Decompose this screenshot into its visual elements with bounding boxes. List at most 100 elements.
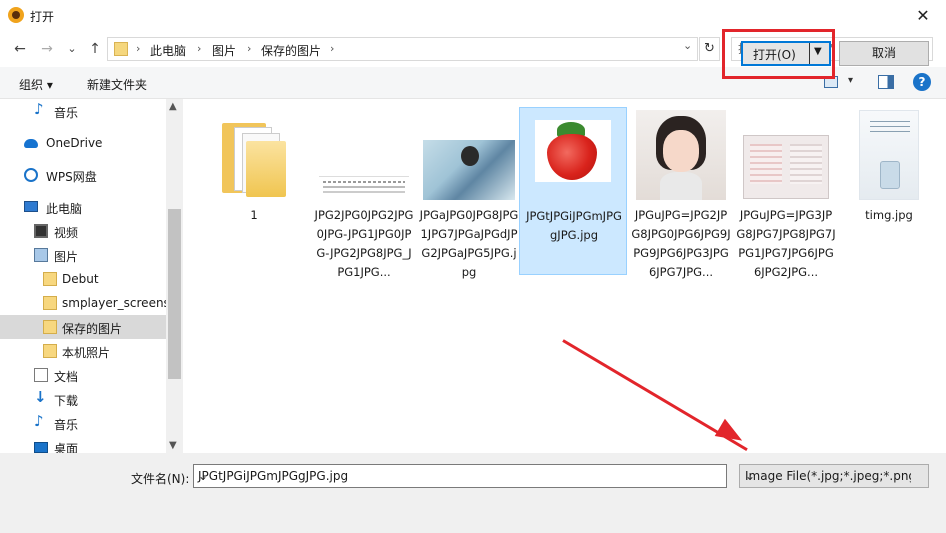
- sidebar-item-label: 本机照片: [62, 346, 111, 360]
- file-name: JPGuJPG=JPG2JPG8JPG0JPG6JPG9JPG9JPG6JPG3…: [631, 208, 731, 279]
- file-item[interactable]: JPGuJPG=JPG3JPG8JPG7JPG8JPG7JPG1JPG7JPG6…: [732, 107, 840, 279]
- file-item[interactable]: JPGuJPG=JPG2JPG8JPG0JPG6JPG9JPG9JPG6JPG3…: [627, 107, 735, 279]
- sidebar-item-onedrive[interactable]: OneDrive: [0, 131, 166, 155]
- scroll-up-icon[interactable]: ▲: [169, 101, 177, 112]
- app-icon: [8, 7, 24, 23]
- folder-icon: [43, 320, 57, 334]
- sidebar-item-label: 视频: [54, 226, 79, 240]
- sidebar-item-videos[interactable]: 视频: [0, 219, 166, 243]
- sidebar-item-label: 保存的图片: [62, 322, 123, 336]
- dialog-footer: 文件名(N): JPGtJPGiJPGmJPGgJPG.jpg ⌄ Image …: [0, 453, 946, 533]
- refresh-button[interactable]: ↻: [699, 37, 720, 61]
- navigation-pane: ♪ 音乐 OneDrive WPS网盘 此电脑 视频 图片 Debut smpl…: [0, 99, 183, 453]
- folder-icon: [222, 119, 286, 197]
- file-item[interactable]: timg.jpg: [835, 107, 943, 275]
- file-item[interactable]: JPGaJPG0JPG8JPG1JPG7JPGaJPGdJPG2JPGaJPG5…: [415, 107, 523, 279]
- cancel-button[interactable]: 取消: [839, 41, 929, 66]
- help-icon[interactable]: ?: [913, 73, 931, 91]
- document-thumbnail: [319, 176, 409, 200]
- sidebar-item-downloads[interactable]: ↓ 下载: [0, 387, 166, 411]
- sidebar-item-pictures[interactable]: 图片: [0, 243, 166, 267]
- filetype-select[interactable]: Image File(*.jpg;*.jpeg;*.png; ⌄: [739, 464, 929, 488]
- split-divider: [809, 43, 810, 64]
- sidebar-item-label: 图片: [54, 250, 79, 264]
- sidebar-item-debut[interactable]: Debut: [0, 267, 166, 291]
- open-dropdown-icon[interactable]: ▼: [814, 46, 822, 57]
- filename-field[interactable]: JPGtJPGiJPGmJPGgJPG.jpg ⌄: [193, 464, 727, 488]
- forward-button[interactable]: →: [37, 39, 57, 59]
- breadcrumb-pictures[interactable]: 图片: [212, 42, 236, 59]
- filename-label: 文件名(N):: [131, 472, 190, 486]
- sidebar-item-music-2[interactable]: ♪ 音乐: [0, 411, 166, 435]
- wps-cloud-icon: [24, 168, 38, 182]
- download-icon: ↓: [34, 388, 47, 406]
- chevron-right-icon: ›: [247, 42, 252, 55]
- new-folder-button[interactable]: 新建文件夹: [87, 76, 147, 93]
- onedrive-icon: [24, 139, 38, 148]
- breadcrumb-saved-pictures[interactable]: 保存的图片: [261, 42, 321, 59]
- folder-icon: [43, 296, 57, 310]
- sidebar-item-wps[interactable]: WPS网盘: [0, 163, 166, 187]
- sidebar-item-label: WPS网盘: [46, 170, 97, 184]
- back-button[interactable]: ←: [10, 39, 30, 59]
- sidebar-item-this-pc[interactable]: 此电脑: [0, 195, 166, 219]
- sidebar-item-label: smplayer_screensl: [62, 296, 174, 310]
- chevron-down-icon[interactable]: ⌄: [198, 469, 722, 483]
- sidebar-item-documents[interactable]: 文档: [0, 363, 166, 387]
- preview-pane-icon[interactable]: [878, 75, 894, 89]
- computer-icon: [24, 201, 38, 212]
- open-button[interactable]: 打开(O) ▼: [741, 41, 831, 66]
- up-button[interactable]: ↑: [85, 39, 105, 59]
- scroll-down-icon[interactable]: ▼: [169, 440, 177, 451]
- file-name: JPGaJPG0JPG8JPG1JPG7JPGaJPGdJPG2JPGaJPG5…: [419, 208, 519, 279]
- portrait-thumbnail: [636, 110, 726, 200]
- photo-thumbnail: [423, 140, 515, 200]
- scrollbar-thumb[interactable]: [168, 209, 181, 379]
- folder-icon: [114, 42, 128, 56]
- file-item[interactable]: JPG2JPG0JPG2JPG0JPG-JPG1JPG0JPG-JPG2JPG8…: [310, 107, 418, 279]
- file-item-folder[interactable]: 1: [200, 107, 308, 275]
- file-name: 1: [250, 208, 258, 222]
- sidebar-item-local-photos[interactable]: 本机照片: [0, 339, 166, 363]
- breadcrumb[interactable]: › 此电脑 › 图片 › 保存的图片 ›: [107, 37, 698, 61]
- window-title: 打开: [30, 10, 55, 24]
- sidebar-item-label: Debut: [62, 272, 99, 286]
- image-thumbnail: [859, 110, 919, 200]
- music-icon: ♪: [34, 100, 44, 118]
- sidebar-item-saved-pictures[interactable]: 保存的图片: [0, 315, 166, 339]
- sidebar-item-label: 桌面: [54, 442, 79, 453]
- music-icon: ♪: [34, 412, 44, 430]
- chevron-right-icon: ›: [197, 42, 202, 55]
- sidebar-item-music[interactable]: ♪ 音乐: [0, 99, 166, 123]
- strawberry-thumbnail: [535, 120, 611, 182]
- folder-icon: [43, 344, 57, 358]
- sidebar-item-label: 文档: [54, 370, 79, 384]
- open-button-label: 打开(O): [753, 48, 796, 62]
- organize-button[interactable]: 组织 ▾: [19, 76, 53, 93]
- certificate-thumbnail: [743, 135, 829, 199]
- recent-locations-button[interactable]: ⌄: [62, 39, 82, 59]
- file-name: JPGuJPG=JPG3JPG8JPG7JPG8JPG7JPG1JPG7JPG6…: [736, 208, 836, 279]
- file-item-selected[interactable]: JPGtJPGiJPGmJPGgJPG.jpg: [519, 107, 627, 275]
- close-button[interactable]: ✕: [900, 0, 946, 31]
- file-name: JPGtJPGiJPGmJPGgJPG.jpg: [526, 209, 622, 242]
- sidebar-scrollbar[interactable]: ▲ ▼: [166, 99, 183, 453]
- desktop-icon: [34, 442, 48, 453]
- file-list: 1 JPG2JPG0JPG2JPG0JPG-JPG1JPG0JPG-JPG2JP…: [186, 99, 946, 453]
- sidebar-item-label: 下载: [54, 394, 79, 408]
- sidebar-item-smplayer[interactable]: smplayer_screensl: [0, 291, 173, 315]
- chevron-right-icon: ›: [136, 42, 141, 55]
- sidebar-item-label: OneDrive: [46, 136, 103, 150]
- chevron-down-icon[interactable]: ▾: [848, 75, 853, 86]
- chevron-down-icon[interactable]: ⌄: [683, 39, 692, 52]
- sidebar-item-desktop[interactable]: 桌面: [0, 435, 166, 453]
- title-bar: 打开 ✕: [0, 0, 946, 31]
- picture-icon: [34, 248, 48, 262]
- video-icon: [34, 224, 48, 238]
- file-name: JPG2JPG0JPG2JPG0JPG-JPG1JPG0JPG-JPG2JPG8…: [314, 208, 414, 279]
- breadcrumb-this-pc[interactable]: 此电脑: [150, 42, 186, 59]
- file-name: timg.jpg: [865, 208, 913, 222]
- sidebar-item-label: 音乐: [54, 106, 79, 120]
- chevron-down-icon[interactable]: ⌄: [745, 469, 911, 483]
- folder-icon: [43, 272, 57, 286]
